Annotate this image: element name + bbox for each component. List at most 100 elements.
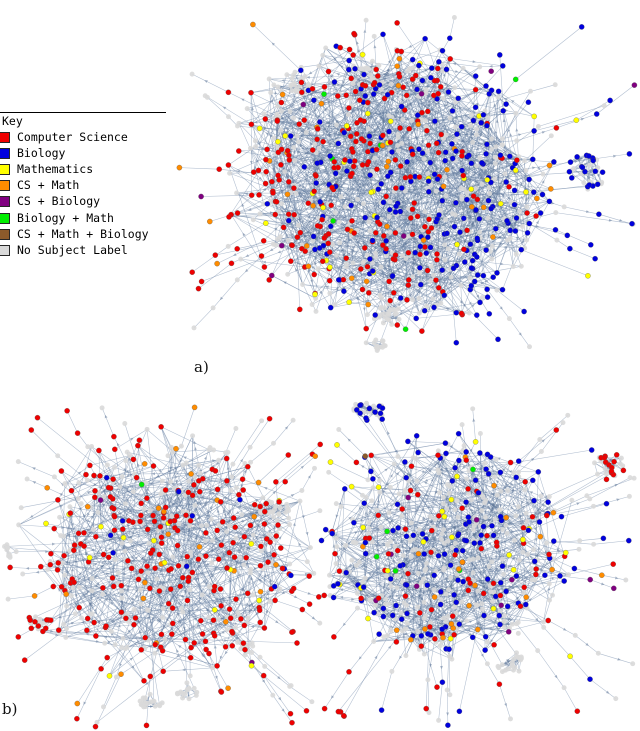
graph-node	[18, 505, 24, 511]
graph-node	[434, 176, 441, 182]
graph-node	[434, 684, 440, 690]
graph-node	[472, 477, 479, 483]
graph-node	[242, 646, 248, 653]
graph-node	[437, 601, 444, 608]
graph-node	[76, 604, 82, 611]
graph-node	[123, 615, 129, 622]
graph-node	[31, 593, 38, 599]
graph-node	[428, 74, 434, 81]
graph-node	[442, 174, 448, 180]
graph-node	[305, 263, 312, 270]
graph-node	[524, 237, 530, 243]
graph-node	[152, 565, 158, 571]
graph-node	[99, 405, 105, 411]
graph-node	[517, 208, 523, 214]
graph-node	[393, 203, 399, 209]
graph-node	[316, 145, 322, 151]
graph-node	[495, 94, 501, 100]
graph-node	[225, 162, 232, 168]
graph-node	[415, 628, 421, 634]
graph-node	[493, 225, 499, 232]
graph-node	[314, 160, 320, 166]
graph-node	[416, 295, 422, 301]
graph-node	[304, 559, 310, 565]
graph-node	[234, 210, 241, 216]
graph-node	[449, 613, 456, 619]
graph-node	[245, 463, 251, 470]
graph-node	[548, 133, 554, 139]
graph-node	[370, 58, 375, 64]
graph-node	[215, 556, 222, 562]
graph-node	[396, 316, 402, 322]
graph-node	[185, 686, 191, 692]
graph-node	[278, 127, 284, 133]
graph-node	[286, 157, 293, 163]
graph-node	[268, 90, 274, 96]
graph-node	[545, 617, 551, 624]
graph-node	[404, 297, 410, 303]
graph-node	[360, 492, 365, 498]
graph-node	[503, 522, 509, 528]
legend-swatch-math	[0, 163, 10, 175]
graph-node	[497, 469, 504, 476]
graph-node	[313, 173, 319, 179]
graph-node	[294, 234, 301, 240]
graph-node	[71, 542, 78, 548]
graph-node	[415, 550, 422, 557]
graph-node	[263, 500, 269, 507]
graph-node	[595, 471, 600, 477]
graph-node	[600, 535, 607, 542]
graph-node	[607, 97, 613, 104]
graph-node	[408, 178, 414, 185]
graph-node	[516, 504, 521, 510]
graph-node	[512, 665, 518, 670]
graph-node	[418, 633, 425, 639]
graph-node	[244, 590, 251, 597]
graph-node	[524, 230, 531, 236]
graph-node	[218, 542, 225, 548]
graph-node	[257, 562, 264, 569]
graph-node	[427, 244, 434, 251]
graph-node	[438, 131, 444, 138]
graph-node	[115, 570, 121, 576]
graph-node	[530, 156, 536, 163]
graph-node	[591, 503, 596, 509]
graph-node	[389, 612, 396, 619]
graph-node	[218, 603, 224, 609]
graph-node	[479, 295, 485, 300]
graph-node	[250, 217, 256, 223]
graph-node	[618, 455, 624, 461]
graph-node	[344, 168, 350, 174]
graph-node	[334, 544, 340, 550]
graph-node	[384, 567, 391, 574]
graph-node	[470, 406, 476, 412]
graph-node	[357, 117, 364, 123]
graph-node	[497, 152, 504, 158]
graph-node	[470, 139, 476, 145]
graph-node	[366, 219, 372, 225]
graph-node	[107, 532, 114, 539]
graph-node	[485, 197, 492, 204]
graph-node	[161, 559, 168, 566]
graph-node	[362, 245, 368, 251]
graph-node	[409, 520, 414, 526]
graph-node	[241, 622, 248, 629]
graph-node	[473, 602, 479, 608]
graph-node	[472, 104, 479, 111]
graph-node	[141, 461, 148, 467]
graph-node	[435, 90, 441, 97]
graph-node	[269, 178, 275, 185]
graph-node	[578, 24, 585, 30]
graph-node	[375, 484, 382, 490]
graph-node	[235, 639, 241, 645]
graph-node	[445, 538, 451, 544]
graph-node	[433, 277, 439, 283]
graph-node	[290, 585, 297, 592]
graph-node	[385, 542, 391, 548]
graph-node	[311, 97, 317, 103]
graph-node	[445, 722, 451, 728]
graph-node	[342, 486, 348, 492]
graph-node	[535, 124, 541, 129]
graph-node	[20, 571, 26, 577]
graph-node	[175, 488, 182, 495]
